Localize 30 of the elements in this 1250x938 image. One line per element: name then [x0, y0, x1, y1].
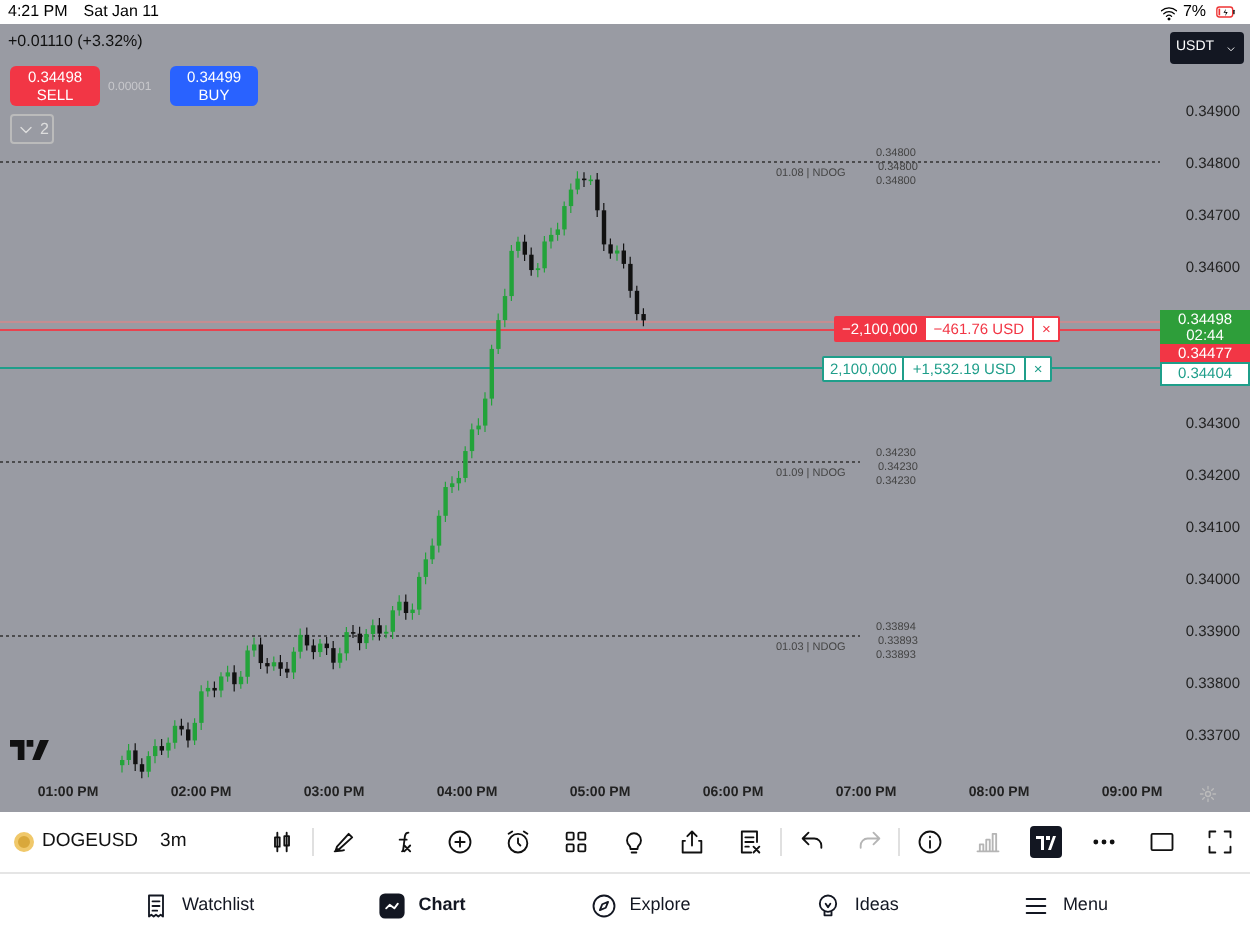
- compass-icon: [589, 892, 618, 920]
- menu-icon: [1022, 892, 1051, 920]
- bar-chart-icon: [973, 828, 1002, 856]
- status-date: Sat Jan 11: [83, 0, 159, 24]
- plus-icon: [445, 828, 474, 856]
- symbol-button[interactable]: DOGEUSD: [42, 827, 139, 857]
- coin-icon: [14, 832, 34, 852]
- nav-tab[interactable]: Watchlist: [142, 892, 255, 920]
- fullscreen-icon: [1206, 828, 1235, 856]
- chart-icon: [378, 892, 407, 920]
- grid-icon: [562, 828, 591, 856]
- nav-tab[interactable]: Chart: [378, 892, 466, 920]
- nav-tab[interactable]: Explore: [589, 892, 691, 920]
- wifi-icon: [1160, 3, 1179, 21]
- nav-tab[interactable]: Ideas: [814, 892, 899, 920]
- logo-icon: [1030, 826, 1063, 858]
- battery-percent: 7%: [1182, 0, 1206, 24]
- interval-button[interactable]: 3m: [160, 827, 187, 857]
- lightbulb-icon: [814, 892, 843, 920]
- square-icon: [1148, 828, 1177, 856]
- share-icon: [678, 828, 707, 856]
- caret-icon: [1224, 41, 1238, 55]
- status-time: 4:21 PM: [8, 0, 68, 24]
- alarm-clock-icon: [503, 828, 532, 856]
- document-x-icon: [736, 828, 765, 856]
- nav-tab[interactable]: Menu: [1022, 892, 1108, 920]
- pen-icon: [329, 828, 358, 856]
- price-change: +0.01110 (+3.32%): [8, 30, 143, 54]
- info-icon: [915, 828, 944, 856]
- logo-icon: [10, 740, 50, 760]
